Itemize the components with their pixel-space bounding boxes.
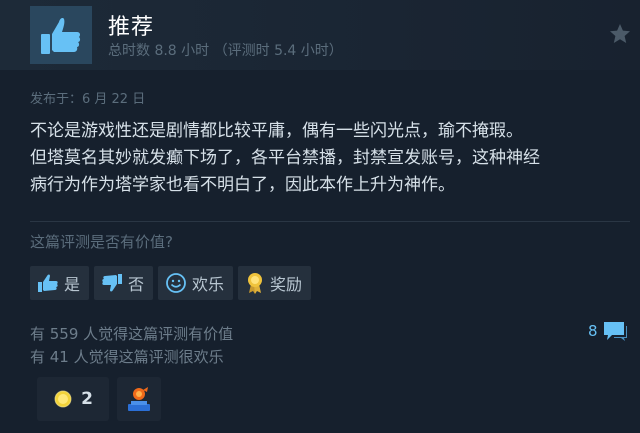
review-verdict: 推荐 — [108, 15, 155, 40]
vote-funny-label: 欢乐 — [192, 275, 225, 294]
comments-link[interactable]: 8 — [588, 320, 628, 342]
trophy-award-icon — [128, 387, 150, 411]
thumbs-up-icon — [38, 274, 58, 292]
helpful-question: 这篇评测是否有价值? — [30, 233, 173, 251]
award-badge-trophy[interactable] — [117, 377, 161, 421]
review-body: 不论是游戏性还是剧情都比较平庸，偶有一些闪光点，瑜不掩瑕。 但塔莫名其妙就发癫下… — [30, 118, 630, 199]
thumbs-down-icon — [102, 274, 123, 292]
helpful-count: 有 559 人觉得这篇评测有价值 — [30, 325, 234, 343]
award-ribbon-icon — [248, 273, 263, 294]
award-button[interactable]: 奖励 — [238, 266, 312, 300]
award-count: 2 — [81, 389, 93, 409]
vote-funny-button[interactable]: 欢乐 — [158, 266, 234, 300]
funny-count: 有 41 人觉得这篇评测很欢乐 — [30, 348, 224, 366]
smiley-icon — [166, 273, 186, 293]
vote-yes-label: 是 — [64, 275, 81, 294]
star-icon[interactable] — [608, 22, 632, 46]
vote-buttons: 是 否 欢乐 奖励 — [30, 266, 312, 300]
posted-date: 发布于：6 月 22 日 — [30, 92, 146, 107]
review-line: 但塔莫名其妙就发癫下场了，各平台禁播，封禁宣发账号，这种神经 — [30, 148, 540, 168]
review-line: 病行为作为塔学家也看不明白了，因此本作上升为神作。 — [30, 175, 455, 195]
gold-coin-icon — [54, 390, 72, 408]
review-line: 不论是游戏性还是剧情都比较平庸，偶有一些闪光点，瑜不掩瑕。 — [30, 121, 523, 141]
review-header: 推荐 总时数 8.8 小时 （评测时 5.4 小时） — [0, 0, 640, 70]
vote-no-button[interactable]: 否 — [94, 266, 154, 300]
comment-count: 8 — [588, 322, 598, 340]
award-badge-coin[interactable]: 2 — [37, 377, 109, 421]
award-label: 奖励 — [270, 275, 303, 294]
recommended-thumb-box — [30, 6, 92, 64]
divider — [30, 221, 630, 222]
comment-bubble-icon — [603, 322, 627, 341]
playtime-hours: 总时数 8.8 小时 （评测时 5.4 小时） — [108, 43, 343, 59]
vote-no-label: 否 — [128, 275, 145, 294]
thumbs-up-icon — [41, 18, 81, 54]
vote-yes-button[interactable]: 是 — [30, 266, 90, 300]
